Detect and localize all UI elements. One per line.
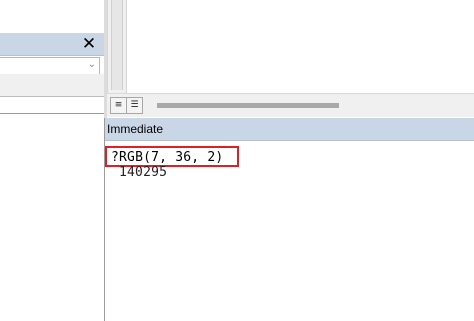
immediate-line-result: 140295 (119, 165, 168, 180)
full-module-view-icon[interactable]: ☰ (126, 97, 143, 114)
vertical-scrollbar[interactable] (107, 0, 127, 93)
procedure-view-icon[interactable]: ≡ (110, 97, 127, 114)
horizontal-scroll-thumb[interactable] (157, 103, 339, 108)
immediate-line-query: ?RGB(7, 36, 2) (111, 150, 224, 165)
properties-tabs[interactable] (0, 74, 104, 97)
code-window-bottom-bar: ≡ ☰ (107, 93, 474, 117)
properties-list[interactable] (0, 97, 104, 321)
properties-pane: ✕ ⌄ (0, 0, 104, 321)
immediate-window[interactable]: Immediate ?RGB(7, 36, 2) 140295 (104, 118, 474, 321)
immediate-text-area[interactable]: ?RGB(7, 36, 2) 140295 (105, 142, 474, 321)
close-icon[interactable]: ✕ (80, 34, 98, 54)
vertical-scroll-thumb[interactable] (111, 0, 123, 90)
properties-title-bar: ✕ (0, 33, 104, 56)
code-window[interactable]: ≡ ☰ (107, 0, 474, 117)
list-divider (0, 113, 104, 114)
chevron-down-icon[interactable]: ⌄ (88, 59, 96, 70)
immediate-title: Immediate (105, 118, 474, 141)
